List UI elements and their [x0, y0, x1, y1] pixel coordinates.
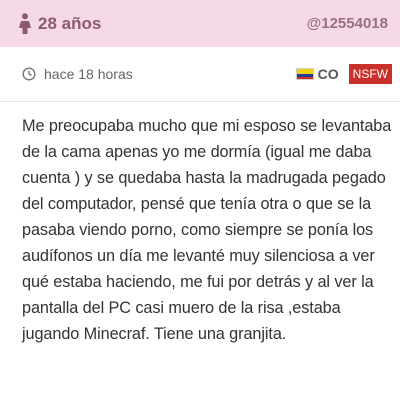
colombia-flag-icon — [295, 68, 314, 80]
story-text: Me preocupaba mucho que mi esposo se lev… — [22, 117, 392, 343]
post-time: hace 18 horas — [22, 66, 133, 82]
country-code: CO — [317, 66, 339, 82]
female-icon — [18, 12, 32, 35]
post-meta: hace 18 horas CO NSFW — [0, 47, 400, 102]
author-age: 28 años — [18, 12, 102, 35]
user-id-link[interactable]: @12554018 — [307, 15, 388, 32]
clock-icon — [22, 67, 36, 81]
nsfw-badge: NSFW — [348, 64, 392, 84]
time-label: hace 18 horas — [44, 66, 133, 82]
age-label: 28 años — [38, 13, 102, 33]
post-tags: CO NSFW — [295, 64, 392, 84]
post-header: 28 años @12554018 — [0, 0, 400, 47]
